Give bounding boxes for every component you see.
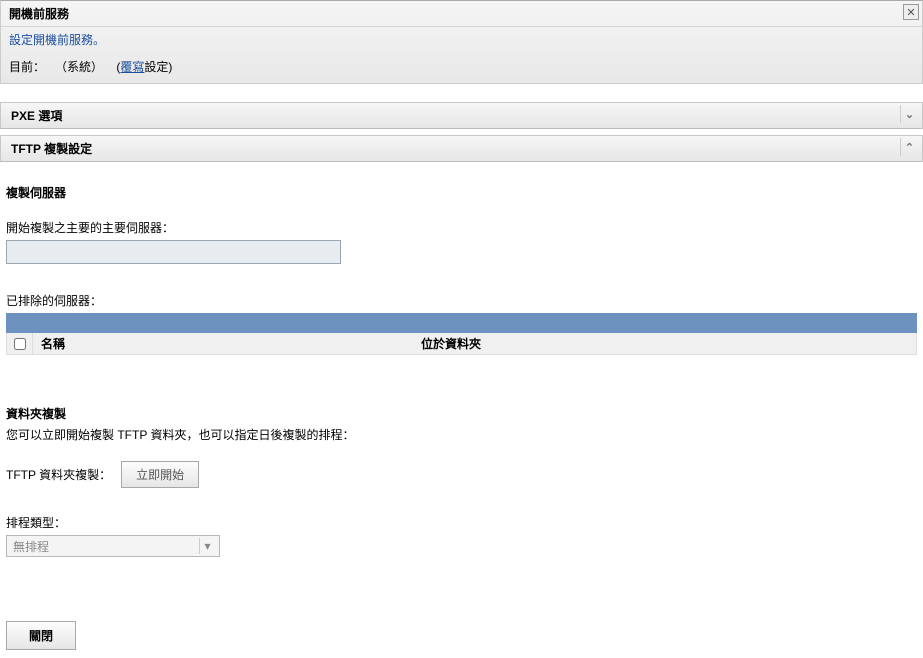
column-folder[interactable]: 位於資料夾 [413, 335, 916, 352]
page-title: 開機前服務 [1, 1, 922, 27]
tftp-copy-row: TFTP 資料夾複製： 立即開始 [6, 461, 917, 488]
close-button[interactable]: 關閉 [6, 621, 76, 650]
primary-server-label: 開始複製之主要的主要伺服器： [6, 219, 917, 236]
excluded-servers-label: 已排除的伺服器： [6, 292, 917, 309]
select-all-checkbox-cell [7, 333, 33, 354]
column-name[interactable]: 名稱 [33, 335, 413, 352]
replication-server-title: 複製伺服器 [6, 184, 917, 201]
folder-replication-desc: 您可以立即開始複製 TFTP 資料夾，也可以指定日後複製的排程： [6, 426, 917, 443]
current-label: 目前： [9, 60, 45, 74]
schedule-type-label: 排程類型： [6, 514, 917, 531]
page-description: 設定開機前服務。 [1, 27, 922, 52]
pxe-options-section-header[interactable]: PXE 選項 ⌄ [0, 102, 923, 129]
primary-server-input[interactable] [6, 240, 341, 264]
footer: 關閉 [0, 613, 923, 658]
pxe-section-title: PXE 選項 [11, 109, 62, 123]
tftp-section-header[interactable]: TFTP 複製設定 ⌃ [0, 135, 923, 162]
select-all-checkbox[interactable] [14, 338, 26, 350]
schedule-type-select[interactable]: 無排程 ▾ [6, 535, 220, 557]
excluded-servers-table-header: 名稱 位於資料夾 [6, 333, 917, 355]
chevron-down-icon[interactable]: ⌄ [900, 105, 918, 123]
tftp-copy-label: TFTP 資料夾複製： [6, 466, 111, 483]
tftp-section-content: 複製伺服器 開始複製之主要的主要伺服器： 已排除的伺服器： 名稱 位於資料夾 資… [0, 184, 923, 557]
override-link[interactable]: 覆寫 [120, 60, 144, 74]
start-now-button[interactable]: 立即開始 [121, 461, 199, 488]
schedule-type-value: 無排程 [13, 538, 49, 555]
close-icon[interactable]: ✕ [903, 4, 919, 20]
page-header: ✕ 開機前服務 設定開機前服務。 目前： （系統） (覆寫設定) [0, 0, 923, 84]
folder-replication-title: 資料夾複製 [6, 405, 917, 422]
chevron-down-icon: ▾ [199, 538, 215, 554]
override-suffix: 設定) [144, 60, 172, 74]
table-toolbar [6, 313, 917, 333]
current-settings-line: 目前： （系統） (覆寫設定) [1, 52, 922, 83]
chevron-up-icon[interactable]: ⌃ [900, 138, 918, 156]
current-value: （系統） [55, 60, 103, 74]
tftp-section-title: TFTP 複製設定 [11, 142, 92, 156]
